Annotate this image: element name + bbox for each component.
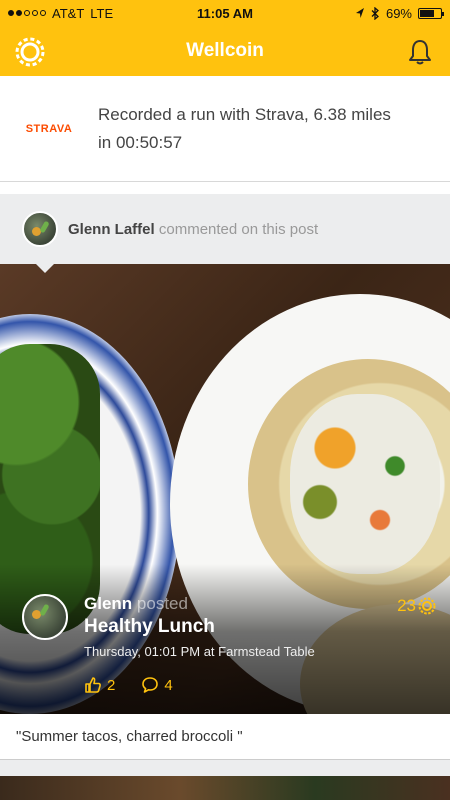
comment-bubble-icon [142,677,159,693]
comment-action: commented on this post [158,220,319,238]
signal-strength-icon [8,10,46,16]
comment-pointer [36,264,54,273]
taco-filling [290,394,440,574]
status-left: AT&T LTE [8,6,113,21]
battery-percent: 69% [385,5,412,21]
coin-settings-button[interactable] [10,32,50,72]
post-actions: 2 4 [84,676,173,694]
location-arrow-icon [355,8,364,18]
like-button[interactable]: 2 [84,676,115,694]
strava-logo: STRAVA [25,122,73,135]
post-photo[interactable]: Glenn posted Healthy Lunch Thursday, 01:… [0,264,450,714]
thumbs-up-icon [85,677,101,693]
coin-settings-icon [15,37,45,67]
bluetooth-icon [371,6,379,20]
next-post-photo[interactable] [0,776,450,800]
coin-value: 23 [397,596,416,615]
poster-name[interactable]: Glenn [84,594,132,613]
notifications-button[interactable] [400,32,440,72]
post-caption: "Summer tacos, charred broccoli " [0,714,450,760]
app-header: Wellcoin [0,26,450,76]
post-title: Healthy Lunch [84,616,215,637]
activity-card[interactable]: STRAVA Recorded a run with Strava, 6.38 … [0,76,450,182]
coin-icon [418,597,436,615]
activity-text: Recorded a run with Strava, 6.38 miles i… [98,104,391,152]
status-bar: AT&T LTE 11:05 AM 69% [0,0,450,26]
post-meta: Thursday, 01:01 PM at Farmstead Table [84,644,315,659]
network-label: LTE [90,5,114,21]
poster-avatar[interactable] [22,594,68,640]
feed-spacer [0,182,450,194]
comment-notice[interactable]: Glenn Laffel commented on this post [0,194,450,264]
posted-label: posted [136,594,188,613]
bell-icon [409,40,431,65]
poster-line: Glenn posted [84,594,315,614]
comment-count: 4 [164,676,173,694]
app-title: Wellcoin [186,40,264,61]
comment-notice-text: Glenn Laffel commented on this post [68,221,318,238]
like-count: 2 [107,676,116,694]
commenter-avatar[interactable] [22,211,58,247]
commenter-name[interactable]: Glenn Laffel [68,221,155,238]
post-info: Glenn posted Healthy Lunch Thursday, 01:… [84,594,315,659]
coin-count[interactable]: 23 [397,596,436,616]
comment-button[interactable]: 4 [141,676,173,694]
status-right: 69% [355,5,444,21]
carrier-label: AT&T [52,5,85,21]
battery-icon [418,7,444,19]
